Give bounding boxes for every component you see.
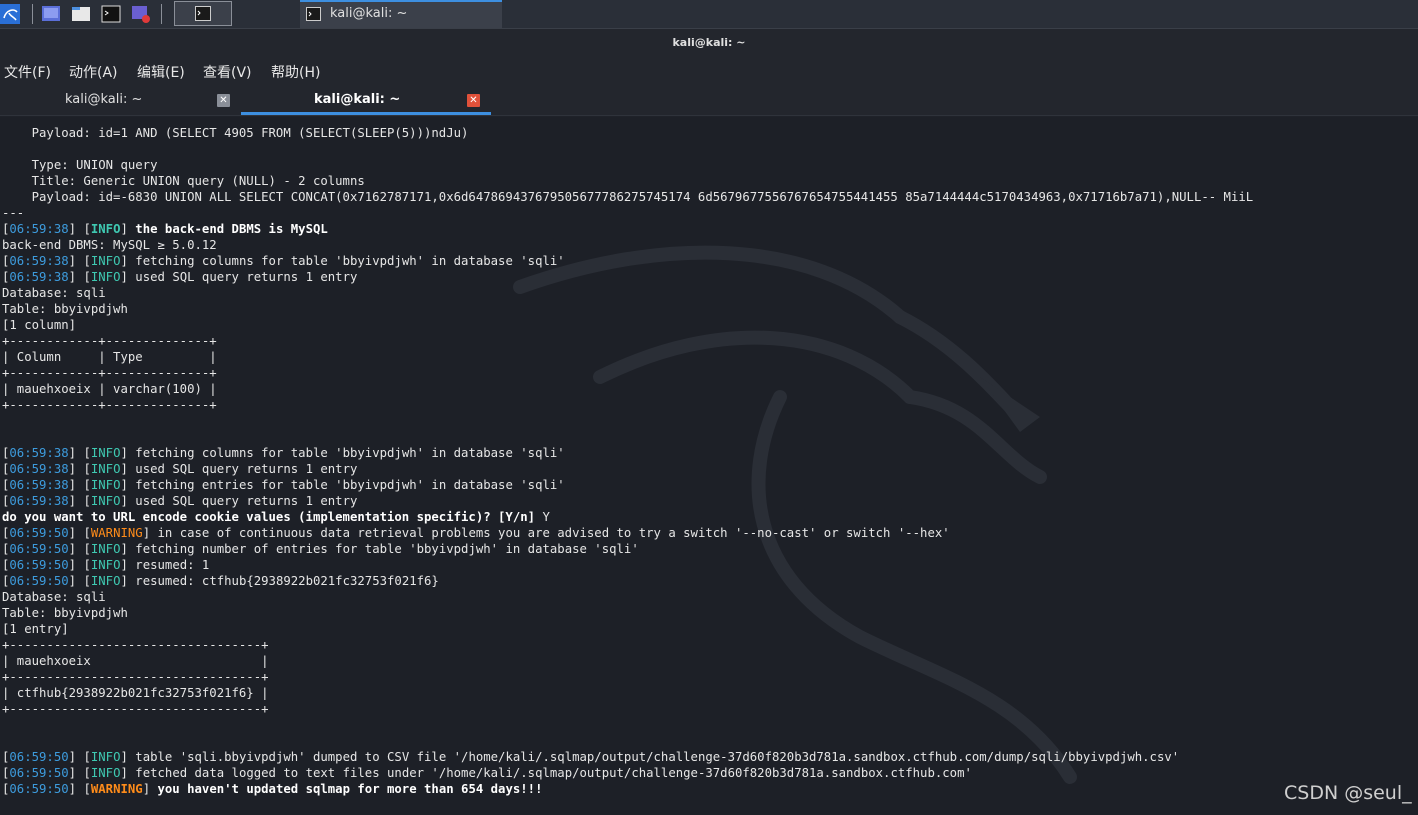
terminal-line: [06:59:50] [INFO] resumed: ctfhub{293892… [2,574,439,588]
terminal-line: [06:59:50] [INFO] resumed: 1 [2,558,210,572]
menubar: 文件(F) 动作(A) 编辑(E) 查看(V) 帮助(H) [0,56,1418,85]
terminal-line: [06:59:38] [INFO] fetching columns for t… [2,254,565,268]
window-titlebar[interactable]: kali@kali: ~ [0,29,1418,56]
terminal-line: [06:59:38] [INFO] fetching entries for t… [2,478,565,492]
terminal-line: +----------------------------------+ [2,638,269,652]
terminal-line: Table: bbyivpdjwh [2,606,128,620]
taskbar: kali@kali: ~ [0,0,1418,29]
terminal-line: [06:59:50] [INFO] fetched data logged to… [2,766,972,780]
terminal-line: Payload: id=1 AND (SELECT 4905 FROM (SEL… [2,126,469,140]
terminal-line: [06:59:38] [INFO] fetching columns for t… [2,446,565,460]
terminal-line: [06:59:50] [INFO] fetching number of ent… [2,542,639,556]
terminal-window-icon [306,7,321,21]
terminal-line: [06:59:50] [INFO] table 'sqli.bbyivpdjwh… [2,750,1180,764]
menu-view[interactable]: 查看(V) [203,62,252,82]
terminal-line: [06:59:38] [INFO] used SQL query returns… [2,494,358,508]
tab-label: kali@kali: ~ [65,92,143,107]
tab-terminal-2[interactable]: kali@kali: ~ ✕ [241,85,491,115]
terminal-text: Payload: id=1 AND (SELECT 4905 FROM (SEL… [2,125,1253,815]
tab-terminal-1[interactable]: kali@kali: ~ ✕ [0,85,240,115]
terminal-line: +------------+--------------+ [2,366,217,380]
terminal-line: [06:59:38] [INFO] used SQL query returns… [2,462,358,476]
tab-bar: kali@kali: ~ ✕ kali@kali: ~ ✕ [0,85,1418,116]
terminal-line: Title: Generic UNION query (NULL) - 2 co… [2,174,365,188]
terminal-line: do you want to URL encode cookie values … [2,510,550,524]
screenshot-icon[interactable] [131,4,151,24]
terminal-line: [06:59:50] [WARNING] in case of continuo… [2,526,950,540]
file-manager-icon[interactable] [71,4,91,24]
menu-edit[interactable]: 编辑(E) [137,62,185,82]
terminal-line: [1 column] [2,318,77,332]
taskbar-window-label: kali@kali: ~ [330,6,408,21]
terminal-line: +------------+--------------+ [2,334,217,348]
menu-file[interactable]: 文件(F) [4,62,51,82]
terminal-icon[interactable] [101,4,121,24]
terminal-line: +----------------------------------+ [2,702,269,716]
csdn-watermark: CSDN @seul_ [1284,782,1412,804]
terminal-line: +----------------------------------+ [2,670,269,684]
kali-menu-icon[interactable] [0,4,20,24]
taskbar-terminal-launcher[interactable] [174,1,232,26]
terminal-line: | ctfhub{2938922b021fc32753f021f6} | [2,686,269,700]
taskbar-separator [32,4,33,24]
terminal-line: | mauehxoeix | varchar(100) | [2,382,217,396]
terminal-line: [06:59:38] [INFO] used SQL query returns… [2,270,358,284]
terminal-line: Database: sqli [2,590,106,604]
terminal-line: --- [2,206,25,220]
terminal-line: Table: bbyivpdjwh [2,302,128,316]
terminal-line: [06:59:38] [INFO] the back-end DBMS is M… [2,222,328,236]
window-title: kali@kali: ~ [672,36,746,49]
menu-action[interactable]: 动作(A) [69,62,118,82]
terminal-window-icon [195,6,211,21]
desktop-icon[interactable] [41,4,61,24]
menu-help[interactable]: 帮助(H) [271,62,320,82]
terminal-line: | Column | Type | [2,350,217,364]
close-icon[interactable]: ✕ [467,94,480,107]
taskbar-separator [161,4,162,24]
terminal-output[interactable]: Payload: id=1 AND (SELECT 4905 FROM (SEL… [0,117,1418,815]
terminal-line: Database: sqli [2,286,106,300]
terminal-line: Payload: id=-6830 UNION ALL SELECT CONCA… [2,190,1254,204]
terminal-line: [1 entry] [2,622,69,636]
terminal-line: +------------+--------------+ [2,398,217,412]
taskbar-window-button[interactable]: kali@kali: ~ [300,0,502,28]
tab-label: kali@kali: ~ [314,92,401,107]
terminal-line: Type: UNION query [2,158,158,172]
terminal-line: | mauehxoeix | [2,654,269,668]
terminal-line: back-end DBMS: MySQL ≥ 5.0.12 [2,238,217,252]
close-icon[interactable]: ✕ [217,94,230,107]
terminal-line: [06:59:50] [WARNING] you haven't updated… [2,782,543,796]
